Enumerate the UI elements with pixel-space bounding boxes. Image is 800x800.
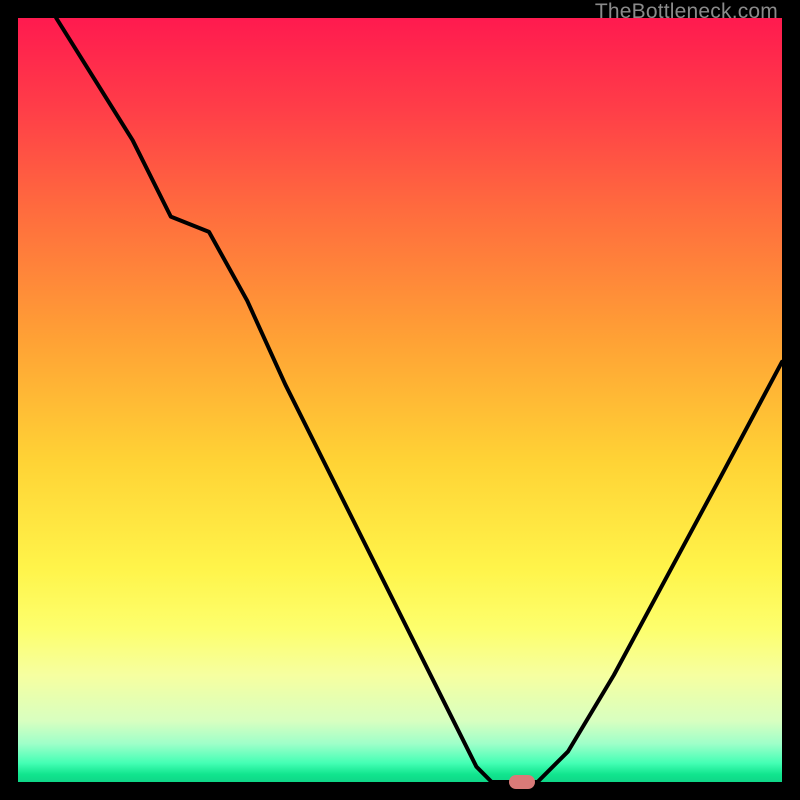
optimal-marker	[509, 775, 535, 789]
main-curve	[56, 18, 782, 782]
curve-svg	[18, 18, 782, 782]
plot-area	[18, 18, 782, 782]
chart-frame: TheBottleneck.com	[0, 0, 800, 800]
